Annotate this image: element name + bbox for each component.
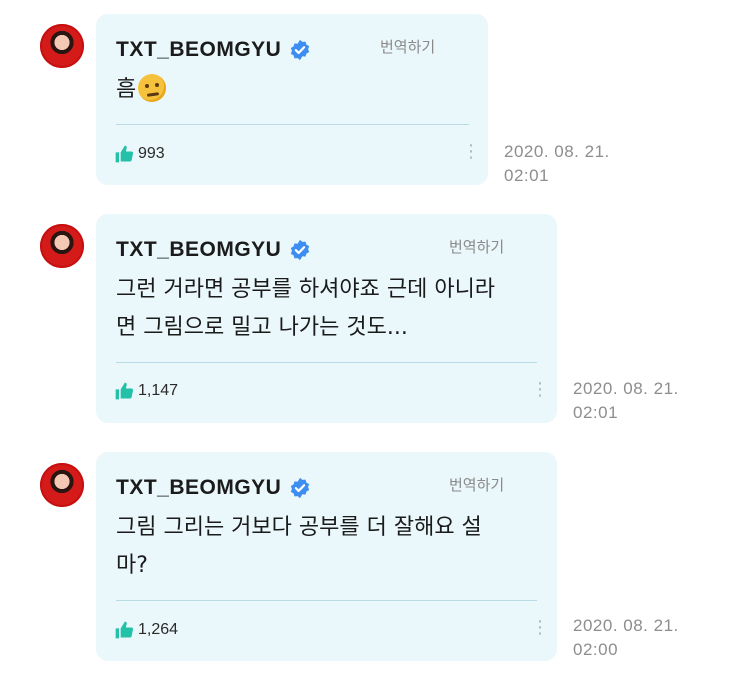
- divider: [116, 600, 537, 601]
- comment-bubble: TXT_BEOMGYU 번역하기 그런 거라면 공부를 하셔야죠 근데 아니라 …: [96, 214, 557, 423]
- more-options-icon[interactable]: ⋮: [531, 380, 549, 398]
- author-name[interactable]: TXT_BEOMGYU: [116, 476, 311, 500]
- like-button[interactable]: 1,264: [114, 620, 178, 640]
- divider: [116, 362, 537, 363]
- comment-bubble: TXT_BEOMGYU 번역하기 그림 그리는 거보다 공부를 더 잘해요 설 …: [96, 452, 557, 661]
- thinking-face-icon: [138, 74, 167, 102]
- author-name[interactable]: TXT_BEOMGYU: [116, 238, 311, 262]
- translate-button[interactable]: 번역하기: [449, 474, 504, 495]
- more-options-icon[interactable]: ⋮: [462, 142, 480, 160]
- like-button[interactable]: 993: [114, 144, 165, 164]
- timestamp: 2020. 08. 21. 02:01: [573, 379, 679, 422]
- like-count: 1,147: [138, 382, 179, 399]
- like-count: 1,264: [138, 621, 179, 638]
- translate-button[interactable]: 번역하기: [380, 36, 435, 57]
- thumbs-up-icon: [115, 621, 134, 639]
- verified-badge-icon: [291, 477, 310, 499]
- comment-text: 그림 그리는 거보다 공부를 더 잘해요 설 마?: [116, 515, 482, 578]
- timestamp: 2020. 08. 21. 02:00: [573, 616, 679, 659]
- like-button[interactable]: 1,147: [114, 381, 178, 401]
- thumbs-up-icon: [115, 382, 134, 400]
- more-options-icon[interactable]: ⋮: [531, 618, 549, 636]
- avatar[interactable]: [40, 24, 84, 68]
- comment-text: 흠: [116, 71, 167, 109]
- comment-bubble: TXT_BEOMGYU 번역하기 흠 993 ⋮: [96, 14, 488, 185]
- author-name[interactable]: TXT_BEOMGYU: [116, 38, 311, 62]
- verified-badge-icon: [291, 39, 310, 61]
- comment-text: 그런 거라면 공부를 하셔야죠 근데 아니라 면 그림으로 밀고 나가는 것도.…: [116, 277, 496, 340]
- thumbs-up-icon: [115, 145, 134, 163]
- avatar[interactable]: [40, 463, 84, 507]
- divider: [116, 124, 469, 125]
- avatar[interactable]: [40, 224, 84, 268]
- like-count: 993: [138, 145, 165, 162]
- verified-badge-icon: [291, 239, 310, 261]
- timestamp: 2020. 08. 21. 02:01: [504, 142, 610, 185]
- translate-button[interactable]: 번역하기: [449, 236, 504, 257]
